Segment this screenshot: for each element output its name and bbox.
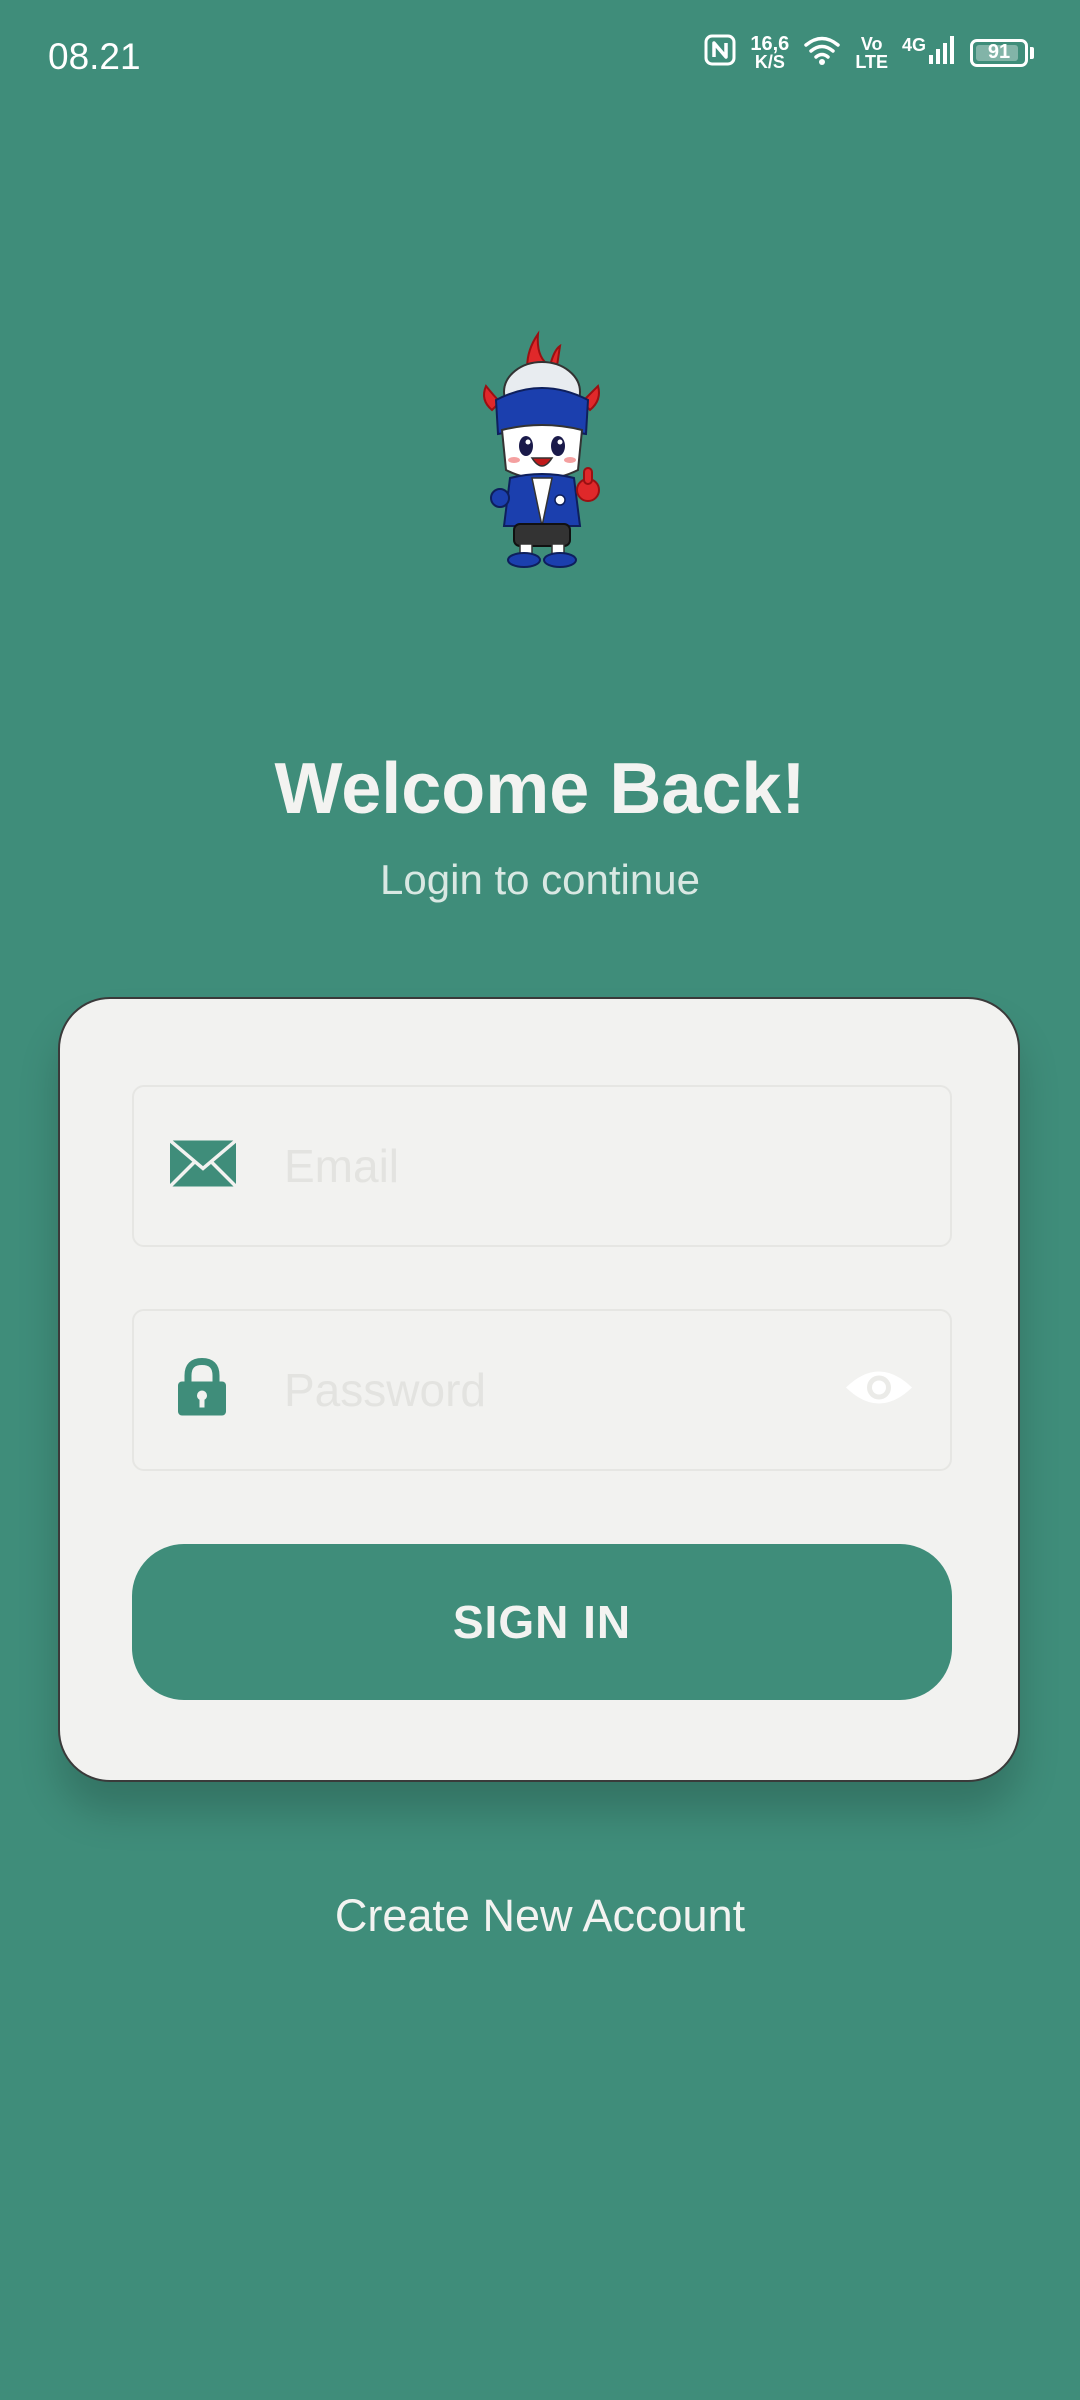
volte-top: Vo [860,33,883,54]
network-speed-unit: K/S [754,51,785,72]
status-bar: 08.21 16,6 K/S Vo LTE 4G 91 [0,0,1080,115]
wifi-icon [803,34,841,71]
battery-level: 91 [987,41,1011,63]
battery-group: 91 [970,38,1034,67]
page-subtitle: Login to continue [380,856,700,903]
envelope-icon [168,1139,238,1194]
page-title: Welcome Back! [274,749,806,829]
email-input[interactable] [284,1087,844,1245]
email-field[interactable] [132,1085,952,1247]
login-screen: 08.21 16,6 K/S Vo LTE 4G 91 Welcome Back… [0,0,1080,2400]
status-icons: 16,6 K/S Vo LTE 4G 91 [704,34,1034,71]
network-type: 4G [901,35,926,55]
battery-tip [1030,46,1034,59]
status-time: 08.21 [48,36,141,77]
login-card: SIGN IN [58,997,1020,1782]
signal-group: 4G [902,35,956,70]
eye-icon[interactable] [844,1366,914,1415]
mascot-logo [470,330,610,570]
sign-in-button[interactable]: SIGN IN [132,1544,952,1700]
signal-icon [928,35,956,70]
volte-bottom: LTE [855,51,888,72]
volte-indicator: Vo LTE [855,35,888,71]
password-field[interactable] [132,1309,952,1471]
password-input[interactable] [284,1311,844,1469]
battery-icon: 91 [970,38,1028,67]
nfc-icon [704,34,736,71]
network-speed-value: 16,6 [750,32,790,55]
lock-icon [176,1357,228,1423]
create-account-link[interactable]: Create New Account [0,1890,1080,1942]
network-speed: 16,6 K/S [750,32,790,72]
